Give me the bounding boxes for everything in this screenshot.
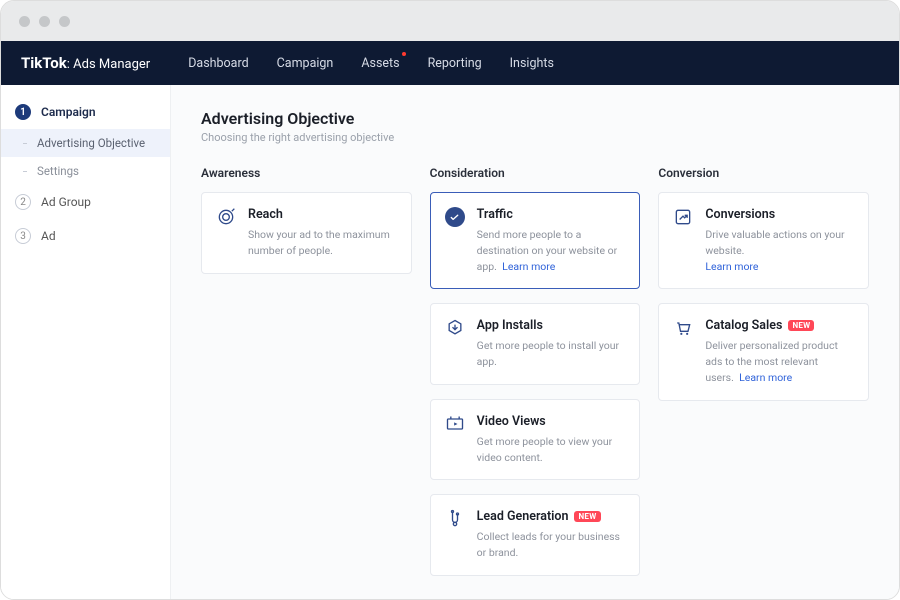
- sidebar-step-ad-group[interactable]: 2 Ad Group: [1, 185, 170, 219]
- card-desc: Send more people to a destination on you…: [477, 227, 626, 274]
- window-dot: [39, 16, 50, 27]
- step-number: 2: [15, 194, 31, 210]
- card-title: Reach: [248, 207, 283, 222]
- column-conversion: Conversion Conversions Drive valuable ac…: [658, 166, 869, 590]
- window-dot: [19, 16, 30, 27]
- nav-reporting[interactable]: Reporting: [428, 56, 482, 71]
- window-dot: [59, 16, 70, 27]
- learn-more-link[interactable]: Learn more: [739, 371, 792, 384]
- column-awareness: Awareness Reach Show your ad to the maxi…: [201, 166, 412, 590]
- catalog-sales-icon: [673, 318, 693, 338]
- page-subtitle: Choosing the right advertising objective: [201, 131, 869, 144]
- step-number: 1: [15, 104, 31, 120]
- app-window: TikTok: Ads Manager Dashboard Campaign A…: [0, 0, 900, 600]
- card-lead-generation[interactable]: Lead Generation NEW Collect leads for you…: [430, 494, 641, 576]
- card-title: Traffic: [477, 207, 513, 222]
- new-badge: NEW: [574, 511, 600, 522]
- column-heading: Awareness: [201, 166, 412, 180]
- brand-logo[interactable]: TikTok: Ads Manager: [21, 54, 150, 72]
- card-desc: Drive valuable actions on your website.L…: [705, 227, 854, 274]
- video-views-icon: [445, 414, 465, 434]
- card-title: Video Views: [477, 414, 546, 429]
- top-nav: TikTok: Ads Manager Dashboard Campaign A…: [1, 41, 899, 85]
- learn-more-link[interactable]: Learn more: [502, 260, 555, 273]
- column-heading: Conversion: [658, 166, 869, 180]
- nav-label: Campaign: [277, 56, 334, 71]
- sidebar: 1 Campaign Advertising Objective Setting…: [1, 85, 171, 600]
- window-titlebar: [1, 1, 899, 41]
- nav-label: Insights: [510, 56, 554, 71]
- card-reach[interactable]: Reach Show your ad to the maximum number…: [201, 192, 412, 274]
- sidebar-sub-settings[interactable]: Settings: [1, 157, 170, 185]
- column-consideration: Consideration Traffic Send more people t…: [430, 166, 641, 590]
- sidebar-step-campaign[interactable]: 1 Campaign: [1, 95, 170, 129]
- card-desc: Get more people to install your app.: [477, 338, 626, 370]
- notification-dot-icon: [402, 52, 406, 56]
- lead-generation-icon: [445, 509, 465, 529]
- nav-assets[interactable]: Assets: [361, 56, 399, 71]
- card-desc: Deliver personalized product ads to the …: [705, 338, 854, 385]
- reach-icon: [216, 207, 236, 227]
- page-title: Advertising Objective: [201, 109, 869, 128]
- nav-insights[interactable]: Insights: [510, 56, 554, 71]
- app-body: 1 Campaign Advertising Objective Setting…: [1, 85, 899, 600]
- column-heading: Consideration: [430, 166, 641, 180]
- selected-check-icon: [445, 207, 465, 227]
- card-desc: Get more people to view your video conte…: [477, 434, 626, 466]
- card-title: App Installs: [477, 318, 543, 333]
- card-title: Lead Generation: [477, 509, 569, 524]
- step-label: Ad: [41, 229, 56, 243]
- card-desc: Show your ad to the maximum number of pe…: [248, 227, 397, 259]
- nav-campaign[interactable]: Campaign: [277, 56, 334, 71]
- sidebar-sub-advertising-objective[interactable]: Advertising Objective: [1, 129, 170, 157]
- nav-dashboard[interactable]: Dashboard: [188, 56, 248, 71]
- learn-more-link[interactable]: Learn more: [705, 260, 758, 273]
- step-number: 3: [15, 228, 31, 244]
- sidebar-step-ad[interactable]: 3 Ad: [1, 219, 170, 253]
- card-catalog-sales[interactable]: Catalog Sales NEW Deliver personalized pr…: [658, 303, 869, 400]
- conversions-icon: [673, 207, 693, 227]
- main-panel: Advertising Objective Choosing the right…: [171, 85, 899, 600]
- nav-label: Dashboard: [188, 56, 248, 71]
- brand-suffix: : Ads Manager: [67, 57, 150, 72]
- card-desc: Collect leads for your business or brand…: [477, 529, 626, 561]
- card-conversions[interactable]: Conversions Drive valuable actions on yo…: [658, 192, 869, 289]
- card-title: Conversions: [705, 207, 775, 222]
- new-badge: NEW: [788, 320, 814, 331]
- card-app-installs[interactable]: App Installs Get more people to install …: [430, 303, 641, 385]
- brand-name: TikTok: [21, 54, 67, 72]
- card-title: Catalog Sales: [705, 318, 782, 333]
- app-installs-icon: [445, 318, 465, 338]
- card-traffic[interactable]: Traffic Send more people to a destinatio…: [430, 192, 641, 289]
- card-video-views[interactable]: Video Views Get more people to view your…: [430, 399, 641, 481]
- nav-label: Reporting: [428, 56, 482, 71]
- step-label: Campaign: [41, 105, 96, 119]
- nav-label: Assets: [361, 56, 399, 71]
- objective-columns: Awareness Reach Show your ad to the maxi…: [201, 166, 869, 590]
- step-label: Ad Group: [41, 195, 91, 209]
